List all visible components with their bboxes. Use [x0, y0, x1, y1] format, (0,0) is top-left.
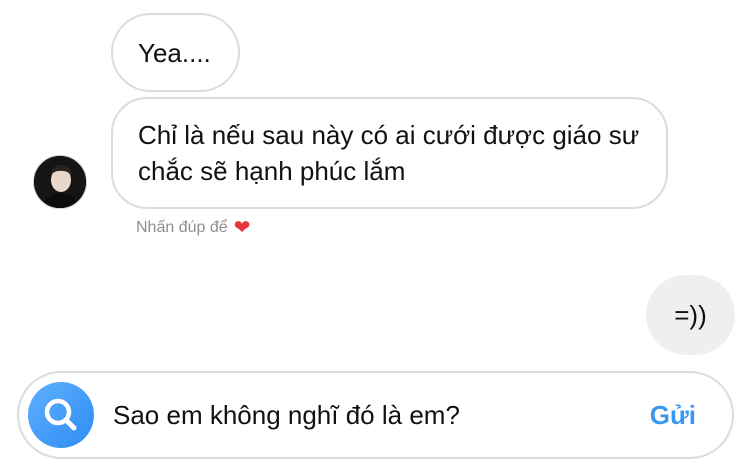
send-button[interactable]: Gửi [650, 395, 696, 435]
search-button[interactable] [28, 382, 94, 448]
double-tap-hint: Nhấn đúp để ❤ [136, 216, 250, 240]
message-text: Chỉ là nếu sau này có ai cưới được giáo … [138, 120, 640, 186]
avatar[interactable] [33, 155, 87, 209]
avatar-photo [34, 156, 86, 208]
incoming-message-bubble[interactable]: Yea.... [111, 13, 240, 92]
heart-icon: ❤ [233, 217, 251, 239]
message-text: =)) [674, 300, 707, 330]
double-tap-hint-text: Nhấn đúp để [136, 219, 228, 236]
message-input[interactable]: Sao em không nghĩ đó là em? [113, 395, 613, 435]
outgoing-message-bubble[interactable]: =)) [646, 275, 735, 355]
search-icon [44, 398, 77, 431]
incoming-message-bubble[interactable]: Chỉ là nếu sau này có ai cưới được giáo … [111, 97, 668, 209]
message-composer: Sao em không nghĩ đó là em? Gửi [17, 371, 734, 459]
message-text: Yea.... [138, 38, 211, 68]
